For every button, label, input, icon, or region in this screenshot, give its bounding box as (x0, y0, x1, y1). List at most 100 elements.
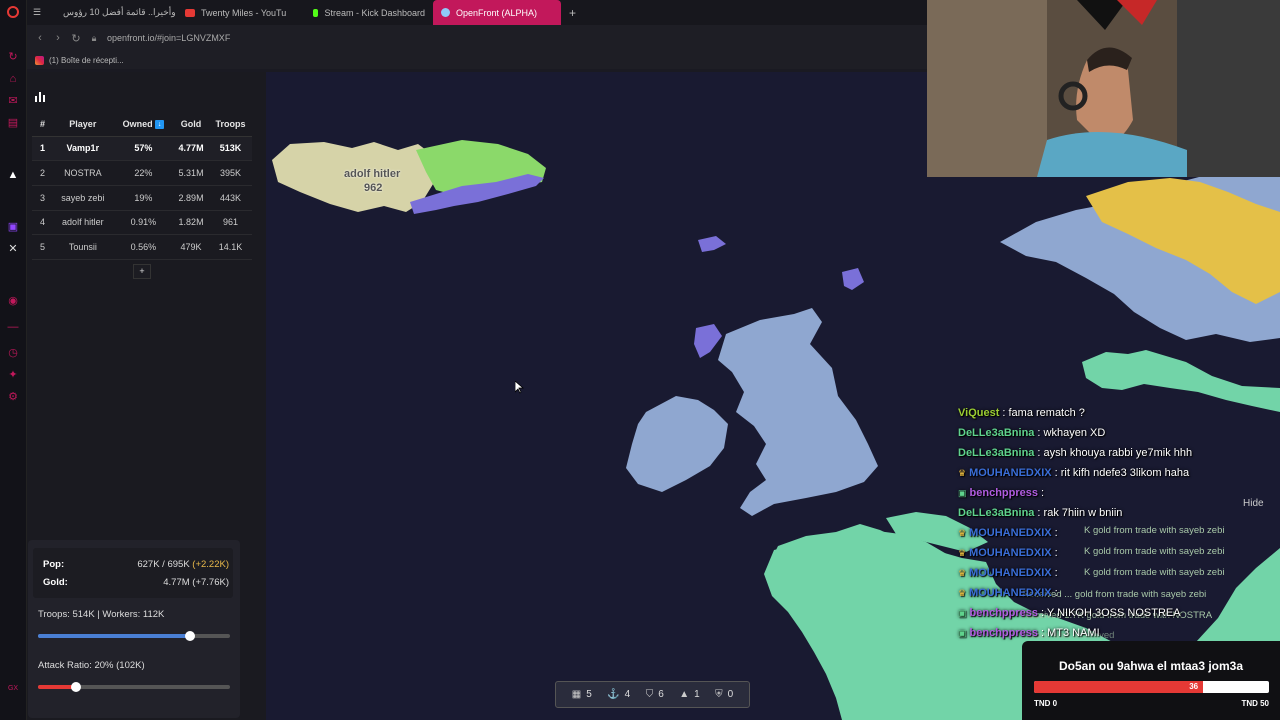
url-text[interactable]: openfront.io/#join=LGNVZMXF (107, 33, 230, 43)
player-icon[interactable]: ◉ (6, 294, 20, 308)
chat-message: ▣ benchppress: (958, 483, 1278, 503)
col-gold[interactable]: Gold (173, 112, 209, 137)
history-icon[interactable]: ▤ (6, 116, 20, 130)
col-player[interactable]: Player (52, 112, 114, 137)
chat-message: DeLLe3aBnina: rak 7hiin w bniin (958, 503, 1278, 523)
col-owned[interactable]: Owned ↓ (113, 112, 174, 137)
extensions-icon[interactable]: ✦ (6, 368, 20, 382)
gold: 479K (173, 234, 209, 260)
twitch-icon[interactable]: ▣ (6, 220, 20, 234)
forward-icon[interactable]: › (49, 32, 67, 44)
sort-desc-icon[interactable]: ↓ (155, 119, 165, 129)
chat-username[interactable]: MOUHANEDXIX (969, 587, 1052, 599)
leaderboard-row[interactable]: 4 adolf hitler 0.91% 1.82M 961 (32, 210, 252, 236)
chat-badge-icon: ♛ (958, 527, 967, 538)
col-troops[interactable]: Troops (208, 112, 252, 137)
refresh-icon[interactable]: ↻ (6, 50, 20, 64)
mouse-cursor-icon (515, 381, 524, 394)
city-counter[interactable]: ▦ 5 (572, 689, 592, 700)
player-name: Tounsii (52, 234, 114, 260)
tab-openfront[interactable]: OpenFront (ALPHA) (433, 0, 561, 25)
chat-username[interactable]: MOUHANEDXIX (969, 467, 1052, 479)
defense-counter[interactable]: ⛉ 6 (646, 689, 664, 700)
rank: 3 (32, 185, 52, 211)
leaderboard-row[interactable]: 5 Tounsii 0.56% 479K 14.1K (32, 234, 252, 260)
pop-increase: (+2.22K) (192, 559, 229, 570)
address-bar: ‹ › ↻ 🔒︎ openfront.io/#join=LGNVZMXF (27, 25, 927, 51)
chat-message: ▣ benchppress: MT3 NAMI (958, 623, 1278, 643)
tab-youtube[interactable]: Twenty Miles - YouTu (177, 0, 305, 25)
bookmark-inbox[interactable]: (1) Boîte de récepti... (49, 56, 124, 65)
stream-chat: ViQuest: fama rematch ? DeLLe3aBnina: wkh… (958, 403, 1278, 643)
chat-message: ViQuest: fama rematch ? (958, 403, 1278, 423)
tab-label: وأخيرا.. قائمة أفضل 10 رؤوس (63, 7, 176, 17)
expand-leaderboard-button[interactable]: + (133, 264, 151, 279)
tab-arabic-video[interactable]: وأخيرا.. قائمة أفضل 10 رؤوس (49, 0, 177, 25)
poll-bar-fill (1034, 681, 1204, 693)
kick-icon (313, 8, 319, 17)
chat-text: : rit kifh ndefe3 3likom haha (1054, 467, 1190, 479)
rank: 4 (32, 210, 52, 236)
tab-label: Twenty Miles - YouTu (201, 7, 287, 18)
attack-ratio-slider[interactable] (38, 682, 230, 692)
missile-counter[interactable]: ▲ 1 (679, 689, 699, 700)
bar-chart-icon[interactable] (34, 91, 46, 103)
leaderboard-row[interactable]: 1 Vamp1r 57% 4.77M 513K (32, 136, 252, 162)
chat-text: : wkhayen XD (1037, 427, 1106, 439)
clock-icon[interactable]: ◷ (6, 346, 20, 360)
troops-slider[interactable] (38, 631, 230, 641)
player-name: NOSTRA (52, 160, 114, 186)
mail-icon[interactable]: ✉ (6, 94, 20, 108)
pop-count: 627K / 695K (137, 559, 193, 570)
tab-menu-icon[interactable]: ☰ (27, 0, 49, 25)
chat-text: : (1040, 487, 1045, 499)
chat-username[interactable]: DeLLe3aBnina (958, 447, 1034, 459)
tab-bar: ☰ وأخيرا.. قائمة أفضل 10 رؤوس Twenty Mil… (27, 0, 927, 25)
troops-slider-thumb[interactable] (184, 631, 195, 641)
webcam-feed (927, 0, 1280, 177)
defense-icon: ⛉ (645, 689, 654, 700)
rank: 5 (32, 234, 52, 260)
rank: 1 (32, 136, 52, 162)
col-owned-label: Owned (122, 118, 153, 129)
gx-icon[interactable]: GX (6, 682, 20, 696)
back-icon[interactable]: ‹ (31, 32, 49, 44)
gold: 4.77M (173, 136, 209, 162)
leaderboard-row[interactable]: 3 sayeb zebi 19% 2.89M 443K (32, 185, 252, 211)
opera-logo-icon[interactable] (7, 6, 19, 18)
chat-text: : rak 7hiin w bniin (1037, 507, 1123, 519)
reload-icon[interactable]: ↻ (67, 32, 85, 45)
chat-username[interactable]: MOUHANEDXIX (969, 547, 1052, 559)
gold: 2.89M (173, 185, 209, 211)
x-icon[interactable]: ✕ (6, 242, 20, 256)
chat-username[interactable]: benchppress (970, 627, 1038, 639)
sam-counter[interactable]: ⛨ 0 (715, 689, 733, 700)
chat-username[interactable]: benchppress (970, 607, 1038, 619)
chat-username[interactable]: MOUHANEDXIX (969, 567, 1052, 579)
control-panel: Pop: 627K / 695K (+2.22K) Gold: 4.77M (+… (28, 540, 240, 718)
chat-username[interactable]: ViQuest (958, 407, 999, 419)
leaderboard-row[interactable]: 2 NOSTRA 22% 5.31M 395K (32, 160, 252, 186)
chat-username[interactable]: MOUHANEDXIX (969, 527, 1052, 539)
bag-icon[interactable]: ⌂ (6, 72, 20, 86)
new-tab-button[interactable]: + (561, 0, 581, 25)
aria-icon[interactable]: ▲ (6, 168, 20, 182)
tab-kick[interactable]: Stream - Kick Dashboard (305, 0, 433, 25)
gold: 1.82M (173, 210, 209, 236)
chat-username[interactable]: benchppress (970, 487, 1038, 499)
chat-username[interactable]: DeLLe3aBnina (958, 507, 1034, 519)
attack-slider-thumb[interactable] (71, 682, 82, 692)
missile-icon: ▲ (679, 689, 690, 700)
player-name: sayeb zebi (52, 185, 114, 211)
chat-message: ♛ MOUHANEDXIX: rit kifh ndefe3 3likom hah… (958, 463, 1278, 483)
chat-message: ♛ MOUHANEDXIX: (958, 583, 1278, 603)
poll-count: 36 (1189, 682, 1199, 691)
pop-value: 627K / 695K (+2.22K) (137, 559, 229, 570)
port-counter[interactable]: ⚓ 4 (607, 689, 630, 700)
chat-text: : aysh khouya rabbi ye7mik hhh (1037, 447, 1193, 459)
poll-right-option: TND 50 (1241, 699, 1269, 708)
settings-icon[interactable]: ⚙ (6, 390, 20, 404)
chat-badge-icon: ▣ (958, 627, 967, 638)
pop-label: Pop: (43, 559, 65, 570)
chat-username[interactable]: DeLLe3aBnina (958, 427, 1034, 439)
